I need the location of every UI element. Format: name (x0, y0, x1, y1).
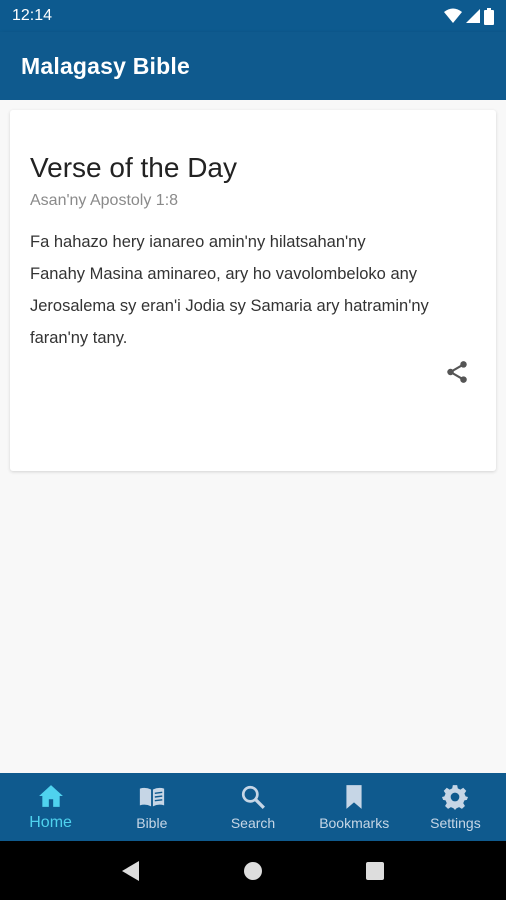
home-icon (37, 782, 65, 810)
app-title: Malagasy Bible (21, 52, 190, 79)
share-icon (447, 361, 467, 383)
verse-text: Fa hahazo hery ianareo amin'ny hilatsaha… (30, 226, 480, 354)
card-title: Verse of the Day (30, 152, 238, 183)
signal-icon (466, 9, 480, 23)
share-button[interactable] (442, 357, 472, 387)
nav-bible-label: Bible (136, 815, 168, 831)
nav-bible[interactable]: Bible (101, 773, 202, 841)
verse-line: Fa hahazo hery ianareo amin'ny hilatsaha… (30, 233, 366, 251)
nav-bookmarks-label: Bookmarks (319, 815, 390, 831)
back-button[interactable] (111, 851, 151, 891)
nav-home[interactable]: Home (0, 773, 101, 841)
recents-button[interactable] (355, 851, 395, 891)
status-icons (444, 7, 494, 25)
back-triangle-icon (122, 860, 139, 881)
verse-line: Jerosalema sy eran'i Jodia sy Samaria ar… (30, 297, 429, 315)
wifi-icon (444, 8, 462, 23)
recents-square-icon (366, 861, 384, 880)
verse-of-the-day-card: Verse of the Day Asan'ny Apostoly 1:8 Fa… (10, 110, 496, 471)
battery-icon (484, 7, 494, 25)
app-bar: Malagasy Bible (0, 32, 506, 100)
book-icon (138, 783, 166, 811)
home-content: Verse of the Day Asan'ny Apostoly 1:8 Fa… (0, 100, 506, 773)
nav-bookmarks[interactable]: Bookmarks (304, 773, 405, 841)
verse-reference: Asan'ny Apostoly 1:8 (30, 192, 179, 209)
bookmark-icon (340, 783, 368, 811)
bottom-navigation: Home Bible Search Bookmarks Settings (0, 773, 506, 841)
status-bar: 12:14 (0, 0, 506, 32)
nav-search[interactable]: Search (202, 773, 303, 841)
nav-search-label: Search (230, 815, 276, 831)
system-navigation-bar (0, 841, 506, 900)
gear-icon (441, 783, 469, 811)
nav-settings[interactable]: Settings (405, 773, 506, 841)
search-icon (239, 783, 267, 811)
nav-settings-label: Settings (430, 815, 481, 831)
nav-home-label: Home (29, 814, 72, 831)
status-time: 12:14 (12, 7, 53, 24)
verse-line: faran'ny tany. (30, 329, 128, 347)
home-circle-icon (244, 861, 262, 880)
home-system-button[interactable] (233, 851, 273, 891)
verse-line: Fanahy Masina aminareo, ary ho vavolombe… (30, 265, 418, 283)
